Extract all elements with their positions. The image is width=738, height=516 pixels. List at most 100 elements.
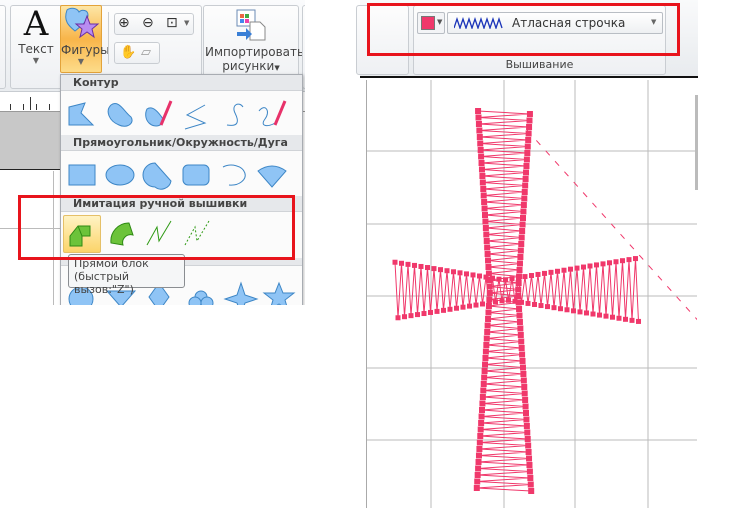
needle-point: [623, 316, 628, 322]
needle-point: [484, 251, 491, 257]
freehand-closed-icon[interactable]: [141, 99, 175, 131]
needle-point: [518, 234, 525, 241]
shapes-label: Фигуры: [61, 43, 110, 57]
embroidery-panel-screenshot: ▼ Атласная строчка ▼ Вышивание: [356, 0, 738, 516]
needle-point: [517, 254, 524, 260]
needle-point: [477, 147, 484, 153]
scrollbar[interactable]: [695, 95, 698, 190]
needle-point: [519, 221, 526, 228]
needle-point: [480, 381, 487, 387]
needle-point: [600, 261, 606, 267]
section-outline: Контур: [61, 75, 302, 91]
needle-point: [568, 266, 573, 272]
text-button[interactable]: A Текст ▼: [14, 6, 58, 70]
needle-point: [524, 143, 531, 150]
needle-point: [590, 311, 596, 317]
zoom-fit-icon[interactable]: ⊡: [166, 15, 178, 31]
needle-point: [538, 303, 544, 309]
needle-point: [520, 215, 526, 221]
hand-icon[interactable]: ✋: [120, 45, 136, 60]
chevron-down-icon[interactable]: ▼: [184, 19, 189, 27]
needle-point: [525, 137, 532, 143]
needle-point: [620, 258, 625, 264]
polygon-outline-icon[interactable]: [65, 99, 99, 131]
circle-segment-icon[interactable]: [141, 159, 175, 191]
shapes-button[interactable]: Фигуры ▼: [60, 5, 110, 73]
needle-point: [479, 394, 486, 400]
needle-point: [516, 260, 523, 267]
needle-point: [522, 274, 528, 280]
needle-point: [524, 150, 531, 156]
needle-point: [478, 420, 485, 426]
needle-point: [516, 312, 523, 319]
needle-point: [464, 271, 469, 277]
needle-point: [519, 358, 526, 364]
text-icon: A: [23, 4, 49, 44]
needle-point: [516, 306, 523, 312]
needle-point: [506, 297, 511, 303]
needle-point: [636, 318, 641, 324]
needle-point: [438, 267, 443, 273]
zoom-in-icon[interactable]: ⊕: [118, 15, 130, 31]
shapes-panel-screenshot: A Текст ▼ Фигуры ▼ ⊕ ⊖ ⊡ ▼ ✋ ▱ Импортиро…: [0, 0, 305, 305]
needle-point: [478, 153, 485, 160]
import-pictures-button[interactable]: Импортировать рисунки▼: [205, 8, 304, 73]
needle-point: [529, 273, 534, 279]
needle-point: [520, 208, 527, 215]
needle-point: [482, 355, 489, 361]
needle-point: [485, 264, 492, 270]
needle-point: [441, 307, 446, 313]
needle-point: [481, 205, 488, 212]
needle-point: [523, 416, 530, 423]
needle-point: [525, 449, 532, 455]
needle-point: [524, 436, 531, 442]
needle-point: [523, 156, 530, 163]
ruler-icon[interactable]: ▱: [141, 45, 151, 60]
needle-point: [496, 276, 502, 282]
needle-point: [395, 315, 401, 321]
polyline-icon[interactable]: [179, 99, 213, 131]
needle-point: [475, 459, 482, 465]
needle-point: [473, 302, 479, 308]
needle-point: [519, 228, 526, 234]
rounded-rect-icon[interactable]: [179, 159, 213, 191]
needle-point: [527, 481, 534, 488]
curve-icon[interactable]: [217, 99, 251, 131]
needle-point: [626, 257, 632, 263]
needle-point: [519, 364, 526, 371]
shapes-icon: [65, 7, 100, 39]
needle-point: [421, 311, 427, 317]
needle-point: [479, 179, 486, 186]
blob-outline-icon[interactable]: [103, 99, 137, 131]
needle-point: [516, 275, 521, 281]
stitch-canvas: [367, 80, 703, 508]
rectangle-icon[interactable]: [65, 159, 99, 191]
needle-point: [477, 273, 482, 279]
needle-point: [470, 272, 476, 278]
needle-point: [412, 262, 417, 268]
needle-point: [483, 231, 490, 238]
fan-shape-icon[interactable]: [255, 159, 289, 191]
zoom-out-icon[interactable]: ⊖: [142, 15, 154, 31]
tools-toolbar: ✋ ▱: [114, 42, 160, 64]
design-canvas: [366, 80, 703, 508]
needle-point: [425, 265, 430, 271]
needle-point: [474, 472, 481, 478]
needle-point: [616, 315, 622, 321]
needle-point: [564, 307, 570, 313]
ellipse-icon[interactable]: [103, 159, 137, 191]
needle-point: [558, 306, 563, 312]
needle-point: [483, 335, 490, 342]
needle-point: [516, 267, 523, 273]
needle-point: [584, 310, 589, 316]
needle-point: [523, 169, 530, 176]
needle-point: [479, 407, 485, 413]
freehand-line-icon[interactable]: [255, 99, 289, 131]
needle-point: [483, 274, 489, 280]
arc-icon[interactable]: [217, 159, 251, 191]
needle-point: [482, 361, 489, 368]
needle-point: [431, 266, 437, 272]
needle-point: [418, 263, 424, 269]
needle-point: [523, 410, 529, 416]
needle-point: [519, 351, 526, 358]
